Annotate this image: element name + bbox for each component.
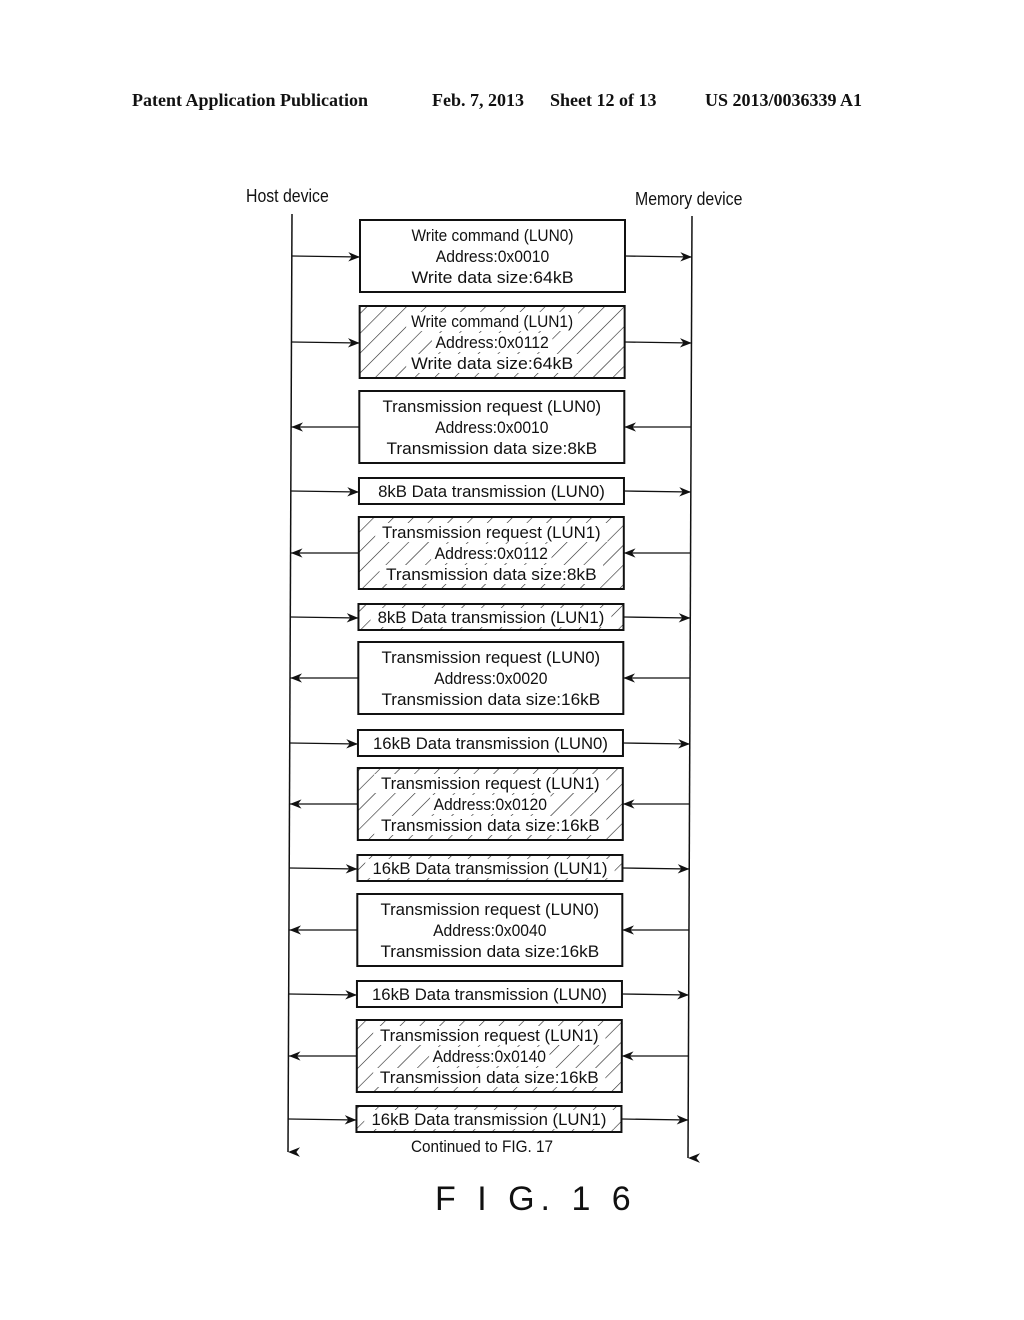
arrow-host-to-box [291,252,361,262]
message-text-line: Transmission request (LUN0) [380,900,599,919]
arrow-host-to-box [288,990,357,1000]
message-request-lun0: Transmission request (LUN0) Address:0x002… [290,641,691,715]
message-text-line: 8kB Data transmission (LUN1) [378,608,605,627]
message-text-line: 16kB Data transmission (LUN1) [373,859,608,878]
message-text-line: Address:0x0112 [435,333,548,352]
arrow-host-to-box [289,739,358,749]
host-lifeline [287,213,301,1157]
message-text-line: Address:0x0010 [435,418,548,437]
message-request-lun1: Transmission request (LUN1) Address:0x014… [288,1019,689,1093]
message-request-lun0: Transmission request (LUN0) Address:0x004… [289,893,690,967]
message-text-line: 8kB Data transmission (LUN0) [378,482,605,501]
arrow-box-to-memory [624,252,693,262]
arrow-box-to-memory [623,613,691,623]
memory-lifeline [687,215,701,1163]
message-text-line: Address:0x0140 [433,1047,546,1066]
message-text-line: Address:0x0040 [433,921,546,940]
arrow-host-to-box [291,338,360,348]
message-text-line: Transmission request (LUN0) [381,648,600,667]
arrow-box-to-memory [621,1115,689,1125]
message-text-line: Write data size:64kB [411,354,573,373]
message-text-line: 16kB Data transmission (LUN1) [372,1110,607,1129]
arrow-box-to-memory [622,864,690,874]
arrow-box-to-memory [621,990,689,1000]
message-text-line: Transmission request (LUN1) [381,774,600,793]
message-text-line: Write command (LUN1) [411,312,573,331]
message-text-line: Transmission request (LUN1) [382,523,601,542]
message-text-line: Transmission request (LUN0) [382,397,601,416]
message-request-lun0: Transmission request (LUN0) Address:0x001… [291,390,692,464]
continuation-note: Continued to FIG. 17 [411,1137,554,1156]
message-command-lun1: 16kB Data transmission (LUN1) [289,854,690,882]
message-command-lun1: Write command (LUN1) Address:0x0112 Write … [291,305,692,379]
message-command-lun1: 8kB Data transmission (LUN1) [290,603,691,631]
arrow-host-to-box [289,864,358,874]
message-text-line: Transmission data size:16kB [381,690,600,709]
message-text-line: Transmission data size:8kB [387,439,598,458]
message-text-line: Transmission data size:8kB [386,565,597,584]
arrow-host-to-box [290,613,359,623]
message-text-line: Transmission request (LUN1) [380,1026,599,1045]
message-text-line: 16kB Data transmission (LUN0) [372,985,607,1004]
arrow-box-to-memory [622,739,690,749]
message-text-line: Address:0x0020 [434,669,547,688]
message-request-lun1: Transmission request (LUN1) Address:0x011… [290,516,691,590]
message-text-line: Address:0x0112 [435,544,548,563]
message-request-lun1: Transmission request (LUN1) Address:0x012… [289,767,690,841]
message-command-lun0: 8kB Data transmission (LUN0) [290,477,691,505]
figure-label: F I G. 1 6 [435,1180,637,1218]
message-text-line: Address:0x0120 [434,795,547,814]
sequence-diagram: Write command (LUN0) Address:0x0010 Write … [287,213,701,1163]
message-command-lun1: 16kB Data transmission (LUN1) [288,1105,689,1133]
message-text-line: Write data size:64kB [412,268,574,287]
arrow-box-to-memory [623,487,691,497]
arrow-host-to-box [288,1115,357,1125]
message-text-line: Transmission data size:16kB [380,942,599,961]
message-text-line: Transmission data size:16kB [380,1068,599,1087]
message-text-line: Address:0x0010 [436,247,549,266]
message-text-line: Write command (LUN0) [412,226,574,245]
message-text-line: 16kB Data transmission (LUN0) [373,734,608,753]
arrow-box-to-memory [624,338,692,348]
message-text-line: Transmission data size:16kB [381,816,600,835]
message-command-lun0: Write command (LUN0) Address:0x0010 Write … [291,219,693,293]
arrow-host-to-box [290,487,359,497]
message-command-lun0: 16kB Data transmission (LUN0) [289,729,690,757]
message-command-lun0: 16kB Data transmission (LUN0) [288,980,689,1008]
